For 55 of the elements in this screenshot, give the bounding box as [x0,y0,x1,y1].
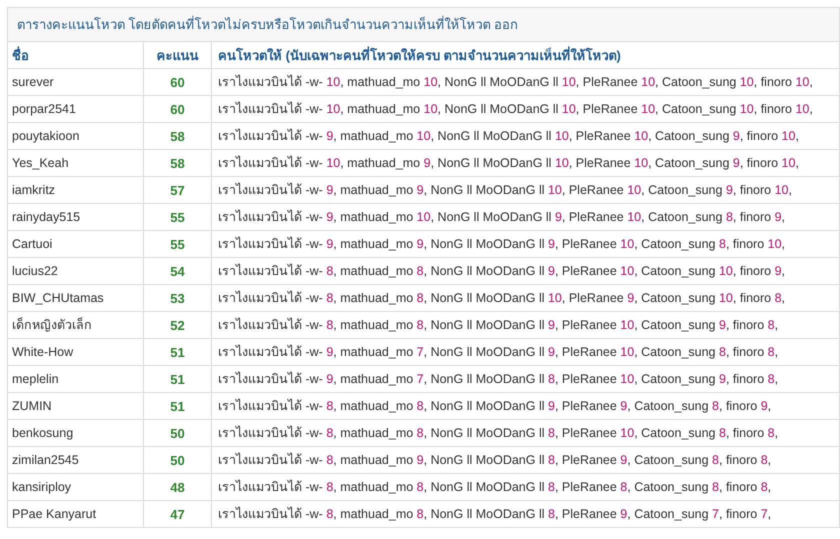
table-cell: 55 [144,230,212,258]
table-cell: 50 [144,420,212,446]
table-cell: เราไงแมวบินได้ -w- 8, mathuad_mo 8, NonG ll MoODanG ll 9, PleRanee 10, Catoon_sung 10, finoro 9, [212,258,840,284]
table-cell: เราไงแมวบินได้ -w- 10, mathuad_mo 10, NonG ll MoODanG ll 10, PleRanee 10, Catoon_sung 10, finoro 10, [212,96,840,122]
table-cell: BIW_CHUtamas [8,284,144,312]
table-cell: เราไงแมวบินได้ -w- 8, mathuad_mo 8, NonG ll MoODanG ll 9, PleRanee 10, Catoon_sung 9, finoro 8, [212,312,840,338]
table-cell: เราไงแมวบินได้ -w- 8, mathuad_mo 8, NonG ll MoODanG ll 8, PleRanee 8, Catoon_sung 8, finoro 8, [212,474,840,500]
table-cell: Cartuoi [8,230,144,258]
table-cell: meplelin [8,366,144,392]
table-cell: 52 [144,312,212,338]
column-header: คะแนน [144,42,212,68]
table-cell: 60 [144,96,212,122]
table-cell: porpar2541 [8,96,144,122]
table-cell: rainyday515 [8,204,144,230]
table-cell: 53 [144,284,212,312]
table-cell: iamkritz [8,176,144,204]
table-cell: 60 [144,68,212,96]
table-cell: lucius22 [8,258,144,284]
table-cell: 51 [144,366,212,392]
table-cell: เราไงแมวบินได้ -w- 9, mathuad_mo 7, NonG ll MoODanG ll 8, PleRanee 10, Catoon_sung 9, finoro 8, [212,366,840,392]
table-cell: เด็กหญิงตัวเล็ก [8,312,144,338]
table-cell: benkosung [8,420,144,446]
column-header: คนโหวตให้ (นับเฉพาะคนที่โหวตให้ครบ ตามจำนวนความเห็นที่ให้โหวต) [212,42,840,68]
table-title: ตารางคะแนนโหวต โดยตัดคนที่โหวตไม่ครบหรือโหวตเกินจำนวนความเห็นที่ให้โหวต ออก [8,8,840,42]
table-cell: 54 [144,258,212,284]
table-cell: PPae Kanyarut [8,500,144,528]
table-cell: เราไงแมวบินได้ -w- 9, mathuad_mo 9, NonG ll MoODanG ll 9, PleRanee 10, Catoon_sung 8, finoro 10, [212,230,840,258]
table-cell: 51 [144,338,212,366]
table-cell: kansiriploy [8,474,144,500]
table-cell: เราไงแมวบินได้ -w- 8, mathuad_mo 8, NonG ll MoODanG ll 8, PleRanee 10, Catoon_sung 8, finoro 8, [212,420,840,446]
table-cell: เราไงแมวบินได้ -w- 9, mathuad_mo 9, NonG ll MoODanG ll 10, PleRanee 10, Catoon_sung 9, finoro 10, [212,176,840,204]
table-cell: เราไงแมวบินได้ -w- 9, mathuad_mo 10, NonG ll MoODanG ll 9, PleRanee 10, Catoon_sung 8, finoro 9, [212,204,840,230]
table-cell: เราไงแมวบินได้ -w- 9, mathuad_mo 7, NonG ll MoODanG ll 9, PleRanee 10, Catoon_sung 8, finoro 8, [212,338,840,366]
table-cell: เราไงแมวบินได้ -w- 8, mathuad_mo 8, NonG ll MoODanG ll 9, PleRanee 9, Catoon_sung 8, finoro 9, [212,392,840,420]
table-cell: surever [8,68,144,96]
table-cell: 58 [144,122,212,150]
table-cell: เราไงแมวบินได้ -w- 8, mathuad_mo 8, NonG ll MoODanG ll 8, PleRanee 9, Catoon_sung 7, finoro 7, [212,500,840,528]
table-cell: 58 [144,150,212,176]
table-cell: 55 [144,204,212,230]
table-cell: pouytakioon [8,122,144,150]
table-cell: เราไงแมวบินได้ -w- 10, mathuad_mo 9, NonG ll MoODanG ll 10, PleRanee 10, Catoon_sung 9, finoro 10, [212,150,840,176]
table-cell: 57 [144,176,212,204]
table-cell: White-How [8,338,144,366]
table-cell: Yes_Keah [8,150,144,176]
table-cell: zimilan2545 [8,446,144,474]
table-cell: 48 [144,474,212,500]
table-cell: 51 [144,392,212,420]
table-cell: เราไงแมวบินได้ -w- 9, mathuad_mo 10, NonG ll MoODanG ll 10, PleRanee 10, Catoon_sung 9, finoro 10, [212,122,840,150]
table-cell: ZUMIN [8,392,144,420]
table-cell: 50 [144,446,212,474]
table-cell: เราไงแมวบินได้ -w- 8, mathuad_mo 8, NonG ll MoODanG ll 10, PleRanee 9, Catoon_sung 10, finoro 8, [212,284,840,312]
table-cell: 47 [144,500,212,528]
column-header: ชื่อ [8,42,144,68]
table-cell: เราไงแมวบินได้ -w- 10, mathuad_mo 10, NonG ll MoODanG ll 10, PleRanee 10, Catoon_sung 10, finoro 10, [212,68,840,96]
table-cell: เราไงแมวบินได้ -w- 8, mathuad_mo 9, NonG ll MoODanG ll 8, PleRanee 9, Catoon_sung 8, finoro 8, [212,446,840,474]
